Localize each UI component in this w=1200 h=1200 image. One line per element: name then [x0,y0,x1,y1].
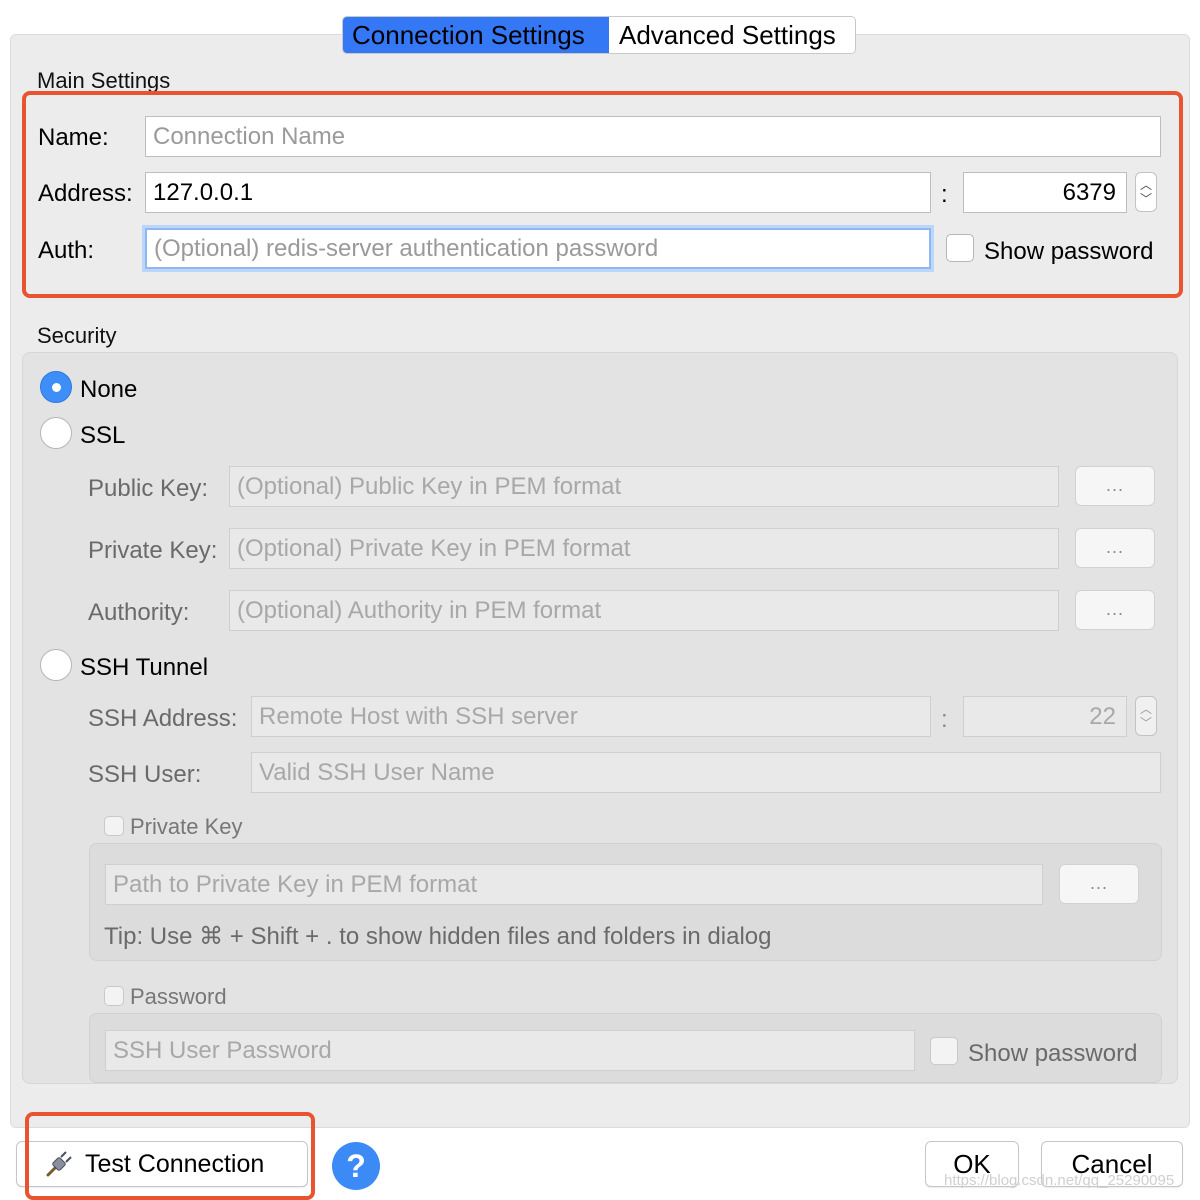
chevron-up-icon: ︿ [1139,702,1152,716]
ssh-port-stepper[interactable]: ︿ ﹀ [1135,696,1157,736]
private-key-input[interactable] [229,528,1059,569]
ssh-user-input[interactable] [251,752,1161,793]
tab-advanced-settings[interactable]: Advanced Settings [609,17,855,53]
name-label: Name: [38,124,109,151]
ssh-private-key-checkbox[interactable] [104,816,124,836]
tab-bar: Connection Settings Advanced Settings [342,16,856,54]
hidden-files-tip: Tip: Use ⌘ + Shift + . to show hidden fi… [104,923,772,950]
ssh-address-label: SSH Address: [88,705,238,732]
authority-label: Authority: [88,599,190,626]
ssh-private-key-label: Private Key [130,814,243,839]
main-settings-title: Main Settings [37,68,171,93]
auth-password-input[interactable] [145,228,931,269]
port-input[interactable] [963,172,1127,213]
authority-input[interactable] [229,590,1059,631]
ssh-key-path-input[interactable] [105,864,1043,905]
plug-icon [46,1151,72,1177]
authority-browse-button[interactable]: ... [1075,590,1155,630]
chevron-up-icon: ︿ [1139,178,1152,192]
private-key-browse-button[interactable]: ... [1075,528,1155,568]
chevron-down-icon: ﹀ [1139,716,1152,730]
address-port-separator: : [941,181,948,208]
question-icon: ? [346,1148,366,1184]
ssh-password-input[interactable] [105,1030,915,1071]
test-connection-button[interactable]: Test Connection [16,1141,308,1187]
watermark: https://blog.csdn.net/qq_25290095 [944,1172,1175,1189]
private-key-label: Private Key: [88,537,218,564]
auth-label: Auth: [38,237,95,264]
address-input[interactable] [145,172,931,213]
public-key-input[interactable] [229,466,1059,507]
ssh-show-password-checkbox[interactable] [930,1037,958,1065]
security-ssh-tunnel-label: SSH Tunnel [80,654,209,681]
security-none-radio[interactable] [40,371,72,403]
security-title: Security [37,323,117,348]
security-ssl-label: SSL [80,422,126,449]
ssh-show-password-label: Show password [968,1040,1138,1067]
public-key-label: Public Key: [88,475,209,502]
ssh-password-label: Password [130,984,227,1009]
ssh-user-label: SSH User: [88,761,202,788]
test-connection-label: Test Connection [85,1150,265,1178]
tab-connection-settings[interactable]: Connection Settings [343,17,609,53]
security-ssh-tunnel-radio[interactable] [40,649,72,681]
connection-name-input[interactable] [145,116,1161,157]
ssh-address-input[interactable] [251,696,931,737]
chevron-down-icon: ﹀ [1139,192,1152,206]
address-label: Address: [38,180,133,207]
show-password-checkbox[interactable] [946,234,974,262]
ssh-port-input[interactable] [963,696,1127,737]
ssh-key-browse-button[interactable]: ... [1059,864,1139,904]
show-password-label: Show password [984,238,1154,265]
help-button[interactable]: ? [332,1142,380,1190]
ssh-password-checkbox[interactable] [104,986,124,1006]
port-stepper[interactable]: ︿ ﹀ [1135,172,1157,212]
ssh-port-separator: : [941,706,948,733]
security-ssl-radio[interactable] [40,417,72,449]
security-none-label: None [80,376,138,403]
public-key-browse-button[interactable]: ... [1075,466,1155,506]
